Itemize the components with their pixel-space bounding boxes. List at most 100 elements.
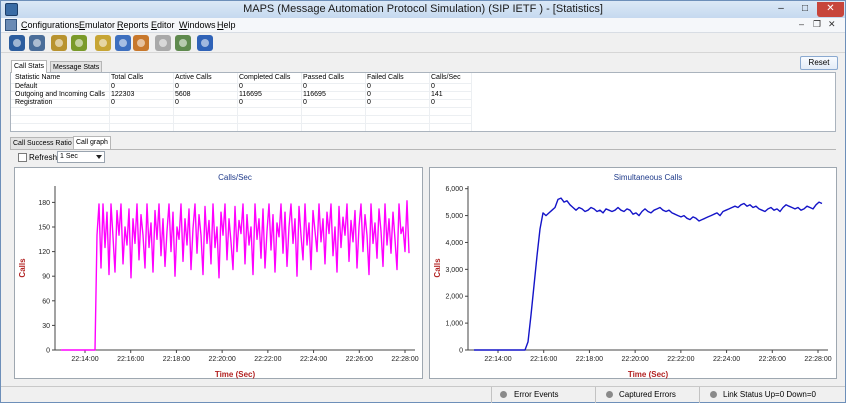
run-icon[interactable] <box>71 35 87 51</box>
document-icon <box>5 19 17 31</box>
column-header[interactable]: Completed Calls <box>239 74 290 81</box>
maximize-button[interactable]: □ <box>793 2 817 17</box>
agent-icon[interactable] <box>175 35 191 51</box>
y-tick-label: 3,000 <box>445 267 463 274</box>
mdi-restore-button[interactable]: ❐ <box>813 19 821 30</box>
mdi-minimize-button[interactable]: – <box>799 19 804 29</box>
app-logo-icon <box>5 3 18 16</box>
series-line <box>474 197 823 351</box>
link-status-label: Link Status Up=0 Down=0 <box>723 390 816 399</box>
status-bar: Error Events Captured Errors Link Status… <box>1 386 845 403</box>
x-tick-label: 22:24:00 <box>713 356 740 363</box>
table-cell: 0 <box>303 83 307 90</box>
menu-editor[interactable]: Editor <box>151 20 175 30</box>
x-tick-label: 22:18:00 <box>163 356 190 363</box>
table-cell: 0 <box>367 99 371 106</box>
table-cell: 116695 <box>303 91 326 98</box>
series-line <box>61 200 410 351</box>
table-cell: 0 <box>431 99 435 106</box>
y-axis-label: Calls <box>18 258 27 278</box>
column-header[interactable]: Total Calls <box>111 74 143 81</box>
calls-per-sec-chart: Calls/Sec Time (Sec) Calls 0 30 60 90 120 150 180… <box>14 167 423 379</box>
help-icon[interactable] <box>197 35 213 51</box>
table-row-name: Outgoing and Incoming Calls <box>15 91 105 98</box>
y-tick-label: 6,000 <box>445 186 463 193</box>
x-tick-label: 22:26:00 <box>759 356 786 363</box>
suitcase-icon[interactable] <box>133 35 149 51</box>
table-cell: 0 <box>111 99 115 106</box>
column-header[interactable]: Active Calls <box>175 74 212 81</box>
table-row-name: Registration <box>15 99 53 106</box>
tab-call-stats[interactable]: Call Stats <box>11 60 47 73</box>
refresh-interval-value: 1 Sec <box>60 153 78 160</box>
x-tick-label: 22:22:00 <box>254 356 281 363</box>
captured-errors-indicator[interactable]: Captured Errors <box>595 387 699 403</box>
menu-reports[interactable]: Reports <box>117 20 149 30</box>
x-tick-label: 22:16:00 <box>117 356 144 363</box>
y-tick-label: 180 <box>38 200 50 207</box>
statistics-view: Call Stats Message Stats Reset Statistic… <box>5 55 841 385</box>
settings-gear-icon[interactable] <box>9 35 25 51</box>
column-header[interactable]: Passed Calls <box>303 74 344 81</box>
x-tick-label: 22:20:00 <box>622 356 649 363</box>
table-cell: 0 <box>303 99 307 106</box>
table-cell: 0 <box>367 91 371 98</box>
table-cell: 0 <box>239 99 243 106</box>
refresh-checkbox[interactable] <box>18 153 27 162</box>
mdi-close-button[interactable]: ✕ <box>828 19 836 30</box>
x-axis-label: Time (Sec) <box>628 370 669 379</box>
config-icon[interactable] <box>95 35 111 51</box>
close-button[interactable]: ✕ <box>817 2 844 17</box>
call-flow-icon[interactable] <box>51 35 67 51</box>
window-title: MAPS (Message Automation Protocol Simula… <box>243 3 603 15</box>
refresh-label: Refresh <box>29 153 58 162</box>
x-tick-label: 22:22:00 <box>667 356 694 363</box>
x-tick-label: 22:18:00 <box>576 356 603 363</box>
table-cell: 0 <box>367 83 371 90</box>
error-events-indicator[interactable]: Error Events <box>491 387 595 403</box>
simultaneous-calls-chart: Simultaneous Calls Time (Sec) Calls 0 1,000 2… <box>429 167 837 379</box>
chevron-down-icon <box>96 155 102 159</box>
x-tick-label: 22:14:00 <box>71 356 98 363</box>
calls-per-sec-chart-svg: Calls/Sec Time (Sec) Calls 0 30 60 90 120 150 180… <box>18 173 419 379</box>
reset-button[interactable]: Reset <box>800 56 838 70</box>
profile-icon[interactable] <box>115 35 131 51</box>
y-tick-label: 1,000 <box>445 321 463 328</box>
table-cell: 122303 <box>111 91 135 98</box>
chart-title: Simultaneous Calls <box>614 173 682 182</box>
x-tick-label: 22:20:00 <box>209 356 236 363</box>
table-cell: 5608 <box>175 91 191 98</box>
table-cell: 141 <box>431 91 443 98</box>
column-header[interactable]: Failed Calls <box>367 74 404 81</box>
menu-bar: Configurations Emulator Reports Editor W… <box>1 18 845 33</box>
x-tick-label: 22:24:00 <box>300 356 327 363</box>
x-axis-label: Time (Sec) <box>215 370 256 379</box>
minimize-button[interactable]: – <box>769 2 793 17</box>
table-cell: 0 <box>431 83 435 90</box>
menu-configurations[interactable]: Configurations <box>21 20 79 30</box>
tab-call-success-ratio[interactable]: Call Success Ratio <box>10 137 75 149</box>
table-cell: 0 <box>175 83 179 90</box>
table-cell: 0 <box>111 83 115 90</box>
check-icon[interactable] <box>155 35 171 51</box>
x-tick-label: 22:26:00 <box>346 356 373 363</box>
tab-call-graph[interactable]: Call graph <box>73 136 111 149</box>
y-axis-label: Calls <box>433 258 442 278</box>
column-header[interactable]: Calls/Sec <box>431 74 461 81</box>
menu-help[interactable]: Help <box>217 20 236 30</box>
error-events-label: Error Events <box>514 390 559 399</box>
y-tick-label: 5,000 <box>445 213 463 220</box>
menu-emulator[interactable]: Emulator <box>79 20 115 30</box>
script-editor-icon[interactable] <box>29 35 45 51</box>
table-cell: 116695 <box>239 91 262 98</box>
link-status-indicator: Link Status Up=0 Down=0 <box>699 387 845 403</box>
y-tick-label: 90 <box>42 274 50 281</box>
refresh-interval-select[interactable]: 1 Sec <box>57 151 105 163</box>
table-cell: 0 <box>175 99 179 106</box>
y-tick-label: 0 <box>46 348 50 355</box>
y-tick-label: 60 <box>42 298 50 305</box>
x-tick-label: 22:28:00 <box>804 356 831 363</box>
menu-windows[interactable]: Windows <box>179 20 216 30</box>
toolbar <box>1 33 845 53</box>
column-header[interactable]: Statistic Name <box>15 74 60 81</box>
